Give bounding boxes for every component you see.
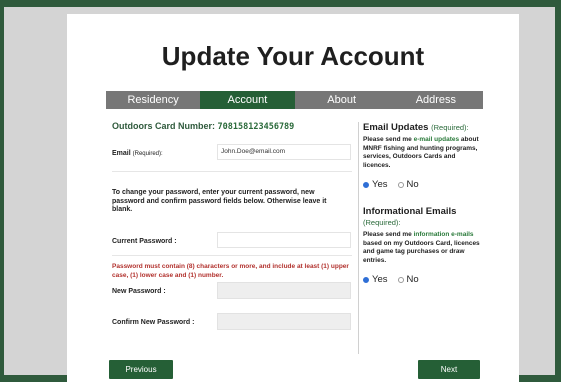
no-label: No	[406, 274, 419, 285]
divider	[112, 255, 352, 256]
informational-emails-description: Please send me information e-mails based…	[363, 231, 481, 265]
email-updates-title-text: Email Updates	[363, 122, 429, 133]
radio-selected-icon	[363, 181, 369, 188]
tab-account[interactable]: Account	[200, 91, 295, 109]
informational-emails-text-post: based on my Outdoors Card, licences and …	[363, 239, 480, 264]
confirm-password-label: Confirm New Password :	[112, 319, 195, 326]
no-label: No	[406, 179, 419, 190]
yes-label: Yes	[372, 179, 388, 190]
column-divider	[358, 122, 359, 354]
radio-unselected-icon	[397, 276, 404, 283]
page-frame: Update Your Account Residency Account Ab…	[4, 7, 555, 382]
card-number-value: 708158123456789	[217, 122, 295, 132]
email-updates-no-radio[interactable]: No	[397, 179, 419, 190]
radio-selected-icon	[363, 276, 369, 283]
new-password-label: New Password :	[112, 288, 166, 295]
next-button[interactable]: Next	[418, 360, 480, 379]
radio-unselected-icon	[397, 181, 404, 188]
tab-address[interactable]: Address	[388, 91, 483, 109]
informational-emails-required-note: (Required):	[363, 218, 401, 227]
email-label-text: Email	[112, 150, 131, 157]
email-field[interactable]: John.Doe@email.com	[217, 144, 351, 160]
email-updates-description: Please send me e-mail updates about MNRF…	[363, 136, 481, 170]
informational-emails-highlight: information e-mails	[413, 231, 474, 238]
wizard-tabs: Residency Account About Address	[106, 91, 483, 109]
new-password-field[interactable]	[217, 282, 351, 299]
informational-emails-title-text: Informational Emails	[363, 206, 457, 217]
current-password-label: Current Password :	[112, 238, 177, 245]
divider	[112, 171, 352, 172]
email-preferences: Email Updates (Required): Please send me…	[363, 122, 481, 285]
previous-button[interactable]: Previous	[109, 360, 173, 379]
email-updates-title: Email Updates (Required):	[363, 122, 481, 133]
outdoors-card-number: Outdoors Card Number: 708158123456789	[112, 121, 294, 132]
email-required-note: (Required):	[132, 151, 163, 157]
informational-emails-text-pre: Please send me	[363, 231, 414, 238]
email-updates-highlight: e-mail updates	[413, 136, 460, 143]
yes-label: Yes	[372, 274, 388, 285]
informational-emails-no-radio[interactable]: No	[397, 274, 419, 285]
informational-emails-title: Informational Emails (Required):	[363, 206, 481, 228]
email-updates-required-note: (Required):	[431, 123, 469, 132]
confirm-password-field[interactable]	[217, 313, 351, 330]
password-instructions: To change your password, enter your curr…	[112, 189, 327, 213]
email-updates-yes-radio[interactable]: Yes	[363, 179, 388, 190]
informational-emails-yes-radio[interactable]: Yes	[363, 274, 388, 285]
tab-about[interactable]: About	[294, 91, 389, 109]
informational-emails-choice: Yes No	[363, 274, 481, 285]
current-password-field[interactable]	[217, 232, 351, 248]
page-title: Update Your Account	[161, 41, 425, 71]
email-value: John.Doe@email.com	[221, 148, 286, 155]
email-label: Email (Required):	[112, 150, 163, 157]
account-form-panel: Update Your Account Residency Account Ab…	[67, 14, 519, 382]
card-number-label: Outdoors Card Number:	[112, 121, 216, 131]
email-updates-choice: Yes No	[363, 179, 481, 190]
tab-residency[interactable]: Residency	[106, 91, 201, 109]
email-updates-text-pre: Please send me	[363, 136, 414, 143]
password-rule-warning: Password must contain (8) characters or …	[112, 263, 349, 279]
